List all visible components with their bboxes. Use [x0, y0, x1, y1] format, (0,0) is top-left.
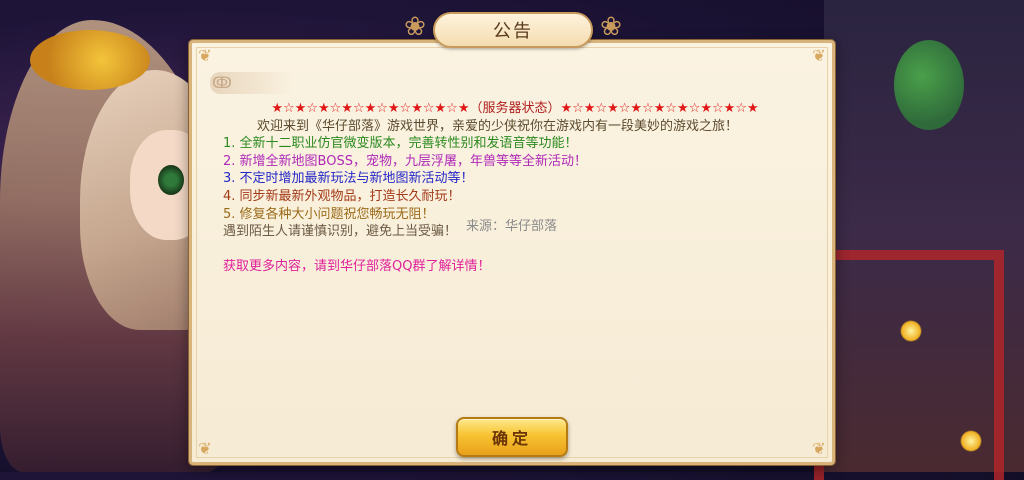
- star-decoration-left: ★☆★☆★☆★☆★☆★☆★☆★☆★: [271, 101, 470, 116]
- corner-ornament-icon: ❦: [198, 439, 212, 458]
- announcement-item-2: 2. 新增全新地图BOSS，宠物，九层浮屠，年兽等等全新活动！: [223, 153, 587, 169]
- server-status-line: ★☆★☆★☆★☆★☆★☆★☆★☆★（服务器状态）★☆★☆★☆★☆★☆★☆★☆★☆…: [215, 100, 815, 118]
- qq-group-cta: 获取更多内容，请到华仔部落QQ群了解详情！: [223, 258, 491, 274]
- server-status-label: （服务器状态）: [469, 101, 561, 116]
- star-decoration-right: ★☆★☆★☆★☆★☆★☆★☆★☆★: [560, 101, 759, 116]
- announcement-item-4: 4. 同步新最新外观物品，打造长久耐玩！: [223, 188, 461, 204]
- dialog-title-plaque: 公告: [433, 12, 593, 48]
- corner-ornament-icon: ❦: [198, 46, 212, 65]
- cloud-swirl-icon: ↂ: [212, 73, 232, 92]
- announcement-item-3: 3. 不定时增加最新玩法与新地图新活动等！: [223, 171, 474, 187]
- announcement-content: ★☆★☆★☆★☆★☆★☆★☆★☆★（服务器状态）★☆★☆★☆★☆★☆★☆★☆★☆…: [215, 100, 815, 275]
- corner-ornament-icon: ❦: [812, 439, 826, 458]
- lantern-icon: [960, 430, 982, 452]
- lotus-ornament-icon: ❀: [404, 12, 426, 42]
- lantern-icon: [900, 320, 922, 342]
- lotus-ornament-icon: ❀: [600, 12, 622, 42]
- welcome-text: 欢迎来到《华仔部落》游戏世界，亲爱的少侠祝你在游戏内有一段美妙的游戏之旅！: [257, 118, 739, 134]
- source-watermark: 来源：华仔部落: [466, 219, 558, 234]
- corner-ornament-icon: ❦: [812, 46, 826, 65]
- character-headdress: [30, 30, 150, 90]
- parrot-art: [894, 40, 964, 130]
- dialog-title: 公告: [493, 21, 533, 42]
- confirm-button[interactable]: 确定: [456, 417, 568, 457]
- announcement-item-1: 1. 全新十二职业仿官微变版本，完善转性别和发语音等功能！: [223, 136, 578, 152]
- confirm-button-label: 确定: [491, 429, 532, 448]
- character-eye: [158, 165, 184, 195]
